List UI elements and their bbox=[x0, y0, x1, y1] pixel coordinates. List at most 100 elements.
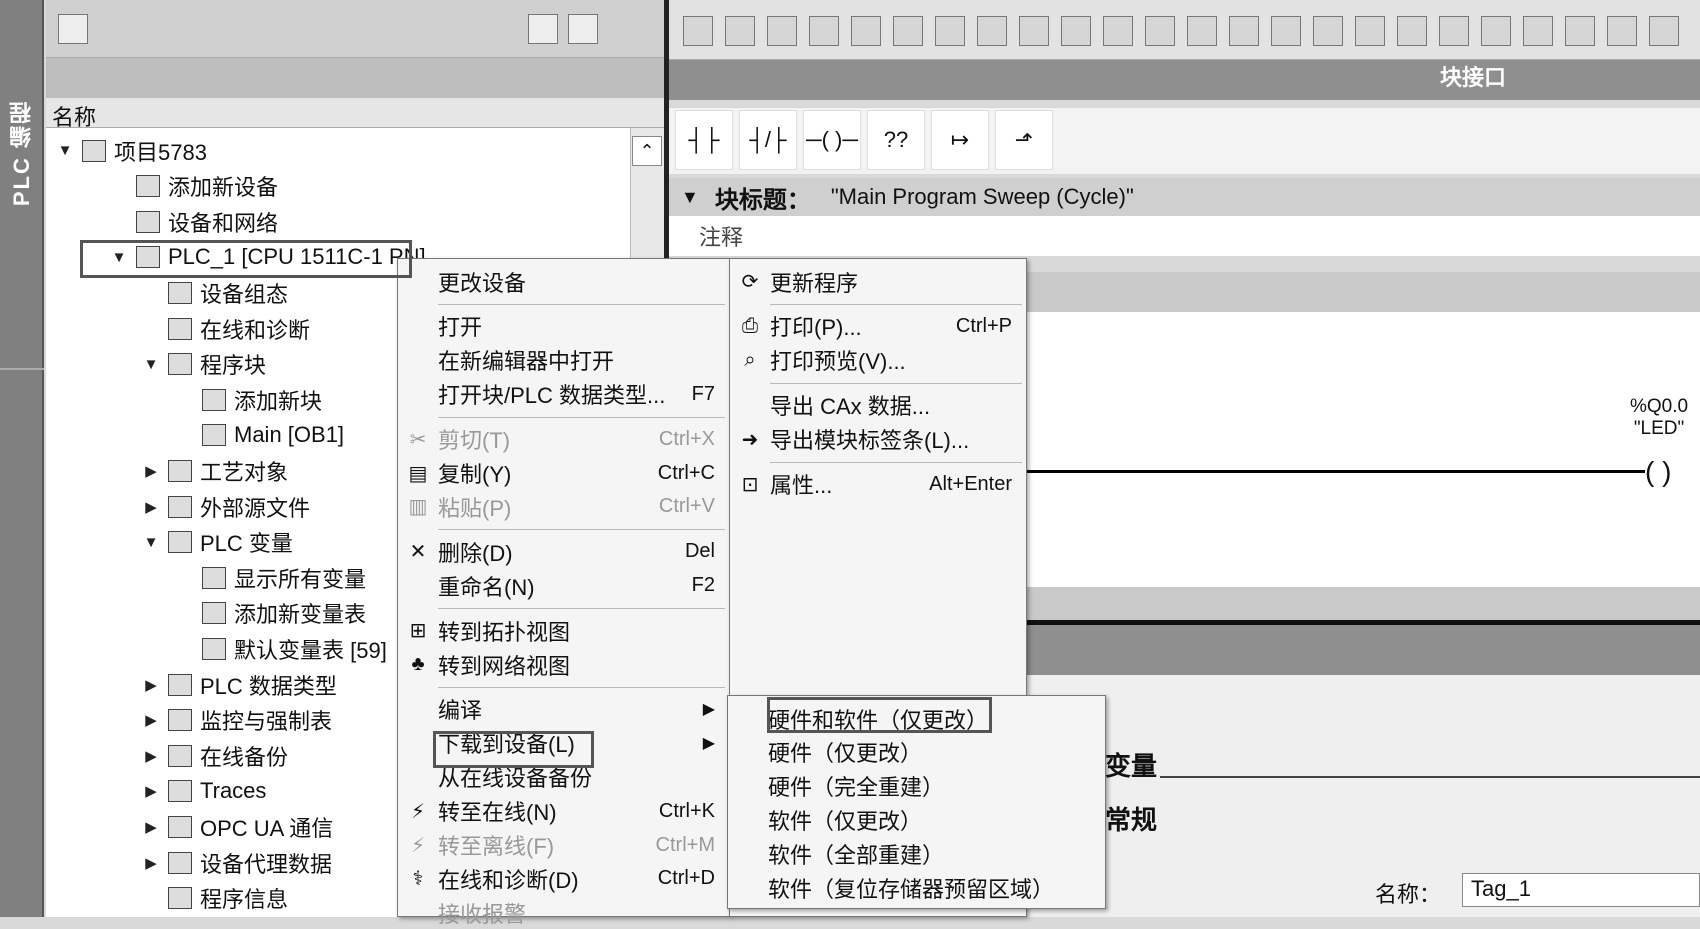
collapse-icon[interactable]: ▼ bbox=[142, 534, 160, 551]
tree-item[interactable]: ▶ 外部源文件 bbox=[142, 490, 310, 523]
ladder-instruction-button[interactable]: ─( )─ bbox=[803, 110, 861, 170]
collapse-icon[interactable]: ▼ bbox=[681, 187, 699, 208]
toolbar-icon[interactable] bbox=[1565, 16, 1595, 46]
menu-item[interactable]: 软件（复位存储器预留区域） bbox=[728, 872, 1105, 905]
toolbar-icon[interactable] bbox=[1229, 16, 1259, 46]
menu-item[interactable]: 硬件（仅更改） bbox=[728, 736, 1105, 769]
menu-item[interactable]: ⊞ 转到拓扑视图 bbox=[398, 614, 729, 647]
toolbar-icon[interactable] bbox=[1523, 16, 1553, 46]
toolbar-icon[interactable] bbox=[1103, 16, 1133, 46]
new-item-icon[interactable] bbox=[58, 14, 88, 44]
menu-item[interactable]: ✕ 删除(D) Del bbox=[398, 535, 729, 568]
menu-item[interactable]: ▤ 复制(Y) Ctrl+C bbox=[398, 457, 729, 490]
expand-icon[interactable]: ▶ bbox=[142, 711, 160, 729]
menu-item[interactable]: 接收报警 bbox=[398, 896, 729, 929]
vertical-tab-plc-programming[interactable]: PLC 编程 bbox=[0, 0, 44, 917]
expand-icon[interactable]: ▶ bbox=[142, 462, 160, 480]
menu-item[interactable]: 在新编辑器中打开 bbox=[398, 344, 729, 377]
toolbar-icon[interactable] bbox=[1607, 16, 1637, 46]
toolbar-icon[interactable] bbox=[767, 16, 797, 46]
menu-item[interactable]: ➜ 导出模块标签条(L)... bbox=[730, 423, 1026, 456]
expand-icon[interactable]: ▶ bbox=[142, 676, 160, 694]
tree-item[interactable]: ▶ 在线备份 bbox=[142, 739, 288, 772]
menu-item[interactable]: ⚕ 在线和诊断(D) Ctrl+D bbox=[398, 862, 729, 895]
toolbar-icon[interactable] bbox=[1145, 16, 1175, 46]
expand-icon[interactable]: ▶ bbox=[142, 498, 160, 516]
tree-item[interactable]: ▶ Traces bbox=[142, 775, 266, 808]
menu-item[interactable]: ⚡ 转至离线(F) Ctrl+M bbox=[398, 829, 729, 862]
expand-icon[interactable]: ▶ bbox=[142, 854, 160, 872]
menu-item[interactable]: 打开块/PLC 数据类型... F7 bbox=[398, 378, 729, 411]
tree-item[interactable]: ▶ OPC UA 通信 bbox=[142, 810, 333, 843]
menu-item[interactable]: 软件（仅更改） bbox=[728, 804, 1105, 837]
tree-item[interactable]: ▶ 监控与强制表 bbox=[142, 704, 332, 737]
menu-item[interactable]: ⌕ 打印预览(V)... bbox=[730, 344, 1026, 377]
toolbar-icon[interactable] bbox=[1271, 16, 1301, 46]
print-icon[interactable] bbox=[568, 14, 598, 44]
tree-item[interactable]: ▶ PLC 数据类型 bbox=[142, 668, 337, 701]
toolbar-icon[interactable] bbox=[1187, 16, 1217, 46]
expand-icon[interactable]: ▶ bbox=[142, 818, 160, 836]
menu-item[interactable]: 软件（全部重建） bbox=[728, 838, 1105, 871]
menu-item[interactable]: ⊡ 属性... Alt+Enter bbox=[730, 468, 1026, 501]
toolbar-icon[interactable] bbox=[893, 16, 923, 46]
toolbar-icon[interactable] bbox=[1649, 16, 1679, 46]
toolbar-icon[interactable] bbox=[1481, 16, 1511, 46]
tree-item[interactable]: 设备和网络 bbox=[110, 205, 278, 238]
toolbar-icon[interactable] bbox=[977, 16, 1007, 46]
toolbar-icon[interactable] bbox=[935, 16, 965, 46]
tree-item[interactable]: 显示所有变量 bbox=[176, 561, 366, 594]
coil-icon[interactable]: ( ) bbox=[1645, 456, 1671, 488]
toolbar-icon[interactable] bbox=[683, 16, 713, 46]
tree-item[interactable]: 添加新块 bbox=[176, 383, 322, 416]
tree-item[interactable]: 程序信息 bbox=[142, 882, 288, 915]
toolbar-icon[interactable] bbox=[851, 16, 881, 46]
menu-item[interactable]: ✂ 剪切(T) Ctrl+X bbox=[398, 423, 729, 456]
menu-item[interactable]: ▥ 粘贴(P) Ctrl+V bbox=[398, 490, 729, 523]
expand-icon[interactable]: ▶ bbox=[142, 747, 160, 765]
menu-item[interactable]: 打开 bbox=[398, 310, 729, 343]
tree-item[interactable]: ▼ 程序块 bbox=[142, 348, 266, 381]
ladder-instruction-button[interactable]: ┤/├ bbox=[739, 110, 797, 170]
menu-item[interactable]: 更改设备 bbox=[398, 265, 729, 298]
menu-item[interactable]: ♣ 转到网络视图 bbox=[398, 648, 729, 681]
toolbar-icon[interactable] bbox=[1355, 16, 1385, 46]
tree-item[interactable]: ▼ 项目5783 bbox=[56, 134, 207, 167]
tree-item[interactable]: 在线和诊断 bbox=[142, 312, 310, 345]
scroll-up-button[interactable]: ⌃ bbox=[632, 136, 662, 166]
toolbar-icon[interactable] bbox=[1313, 16, 1343, 46]
tree-item[interactable]: 设备组态 bbox=[142, 276, 288, 309]
block-title-value[interactable]: "Main Program Sweep (Cycle)" bbox=[831, 184, 1134, 210]
toolbar-icon[interactable] bbox=[809, 16, 839, 46]
toolbar-icon[interactable] bbox=[725, 16, 755, 46]
toolbar-icon[interactable] bbox=[1061, 16, 1091, 46]
ladder-instruction-button[interactable]: ?? bbox=[867, 110, 925, 170]
block-comment[interactable]: 注释 bbox=[669, 216, 1700, 256]
menu-item[interactable]: ⎙ 打印(P)... Ctrl+P bbox=[730, 310, 1026, 343]
properties-name-field[interactable]: Tag_1 bbox=[1462, 873, 1700, 907]
tree-item[interactable]: 默认变量表 [59] bbox=[176, 632, 387, 665]
collapse-icon[interactable]: ▼ bbox=[56, 142, 74, 159]
tree-item[interactable]: ▶ 设备代理数据 bbox=[142, 846, 332, 879]
tree-item[interactable]: Main [OB1] bbox=[176, 419, 344, 452]
menu-item[interactable]: 重命名(N) F2 bbox=[398, 569, 729, 602]
collapse-icon[interactable]: ▼ bbox=[142, 356, 160, 373]
list-view-icon[interactable] bbox=[528, 14, 558, 44]
menu-item[interactable]: 硬件（完全重建） bbox=[728, 770, 1105, 803]
toolbar-icon[interactable] bbox=[1397, 16, 1427, 46]
tree-item[interactable]: ▼ PLC 变量 bbox=[142, 526, 293, 559]
menu-item[interactable]: 编译 ▶ bbox=[398, 693, 729, 726]
toolbar-icon[interactable] bbox=[1439, 16, 1469, 46]
menu-item[interactable]: 导出 CAx 数据... bbox=[730, 389, 1026, 422]
tree-item[interactable]: 添加新设备 bbox=[110, 170, 278, 203]
tree-item[interactable]: ▶ 工艺对象 bbox=[142, 454, 288, 487]
expand-icon[interactable]: ▶ bbox=[142, 782, 160, 800]
toolbar-icon[interactable] bbox=[1019, 16, 1049, 46]
ladder-instruction-button[interactable]: ↦ bbox=[931, 110, 989, 170]
ladder-instruction-button[interactable]: ⬏ bbox=[995, 110, 1053, 170]
tree-item[interactable]: 添加新变量表 bbox=[176, 597, 366, 630]
ladder-instruction-button[interactable]: ┤├ bbox=[675, 110, 733, 170]
block-interface-label[interactable]: 块接口 bbox=[1440, 60, 1506, 92]
menu-item[interactable]: ⚡ 转至在线(N) Ctrl+K bbox=[398, 795, 729, 828]
network-area[interactable] bbox=[1025, 312, 1700, 587]
